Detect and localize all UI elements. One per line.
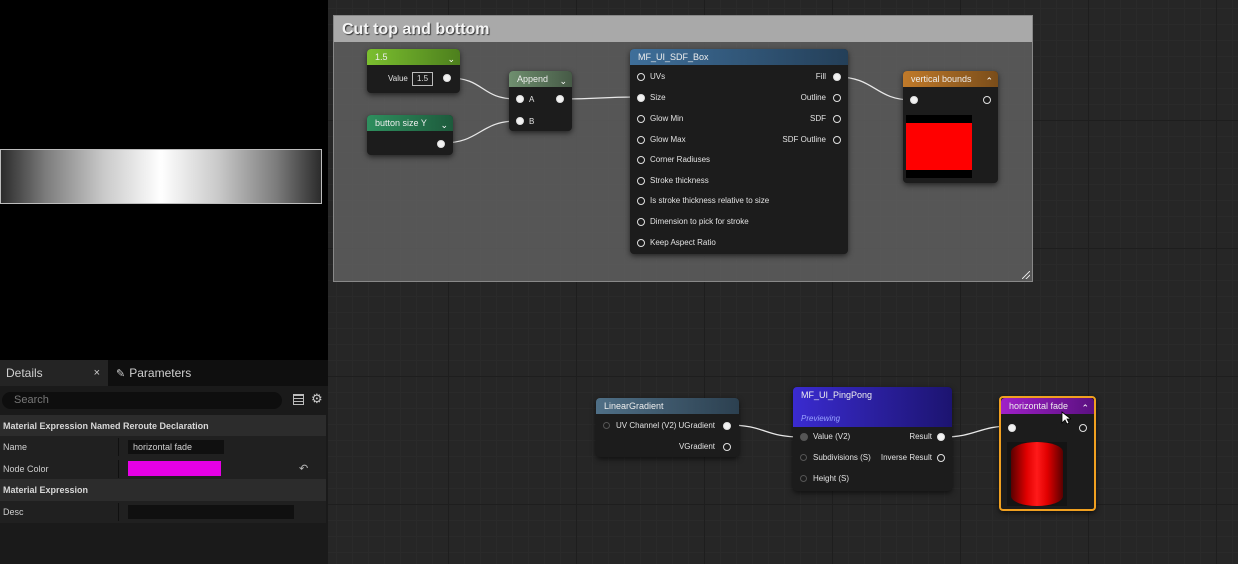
node-button-size-title: button size Y [375,118,427,128]
node-linear-gradient-title: LinearGradient [604,401,664,411]
input-label-stroke-thickness: Stroke thickness [650,176,709,185]
node-pingpong[interactable]: MF_UI_PingPong Previewing Value (V2) Sub… [793,387,952,491]
node-horizontal-fade-title: horizontal fade [1009,401,1069,411]
mouse-cursor-icon [1061,411,1071,425]
output-pin-vgradient[interactable] [723,443,731,451]
input-pin-size[interactable] [637,94,645,102]
chevron-up-icon[interactable]: ⌃ [1081,400,1089,416]
node-vertical-bounds[interactable]: vertical bounds ⌃ [903,71,998,183]
output-label-vgradient: VGradient [678,442,715,451]
node-sdf-box-header: MF_UI_SDF_Box [630,49,848,65]
input-pin-uvs[interactable] [637,73,645,81]
output-pin[interactable] [983,96,991,104]
output-pin-outline[interactable] [833,94,841,102]
output-pin-sdf[interactable] [833,115,841,123]
input-pin-glow-max[interactable] [637,136,645,144]
output-pin-fill[interactable] [833,73,841,81]
input-label-subdivisions: Subdivisions (S) [813,453,871,462]
node-vertical-bounds-header: vertical bounds ⌃ [903,71,998,87]
preview-red-cylinder [1011,442,1063,506]
input-label-glow-min: Glow Min [650,114,684,123]
input-pin-value[interactable] [800,433,808,441]
input-pin-glow-min[interactable] [637,115,645,123]
output-label-sdf-outline: SDF Outline [782,135,826,144]
output-pin-inverse-result[interactable] [937,454,945,462]
input-pin-height[interactable] [800,475,807,482]
input-label-uv-channel: UV Channel (V2) [616,421,677,430]
input-label-uvs: UVs [650,72,666,81]
output-pin[interactable] [1079,424,1087,432]
node-sdf-box[interactable]: MF_UI_SDF_Box UVs Size Glow Min Glow Max… [630,49,848,254]
output-label-sdf: SDF [810,114,826,123]
node-horizontal-fade[interactable]: horizontal fade ⌃ [999,396,1096,511]
input-label-keep-aspect: Keep Aspect Ratio [650,238,716,247]
node-linear-gradient[interactable]: LinearGradient UV Channel (V2) UGradient… [596,398,739,457]
node-constant-title: 1.5 [375,52,388,62]
input-label-corner-radiuses: Corner Radiuses [650,155,711,164]
input-pin-uv-channel[interactable] [603,422,610,429]
output-pin[interactable] [437,140,445,148]
node-preview-thumbnail [906,115,972,178]
output-label-fill: Fill [815,72,826,81]
node-button-size-y[interactable]: button size Y ⌄ [367,115,453,155]
value-label: Value [388,74,408,83]
node-horizontal-fade-header: horizontal fade ⌃ [1001,398,1094,414]
preview-red-fill [906,123,972,170]
input-label-stroke-relative: Is stroke thickness relative to size [650,196,770,205]
output-pin-sdf-outline[interactable] [833,136,841,144]
node-button-size-header: button size Y ⌄ [367,115,453,131]
input-b-label: B [529,117,535,126]
output-label-result: Result [909,432,932,441]
output-label-ugradient: UGradient [678,421,715,430]
node-pingpong-subtitle: Previewing [801,414,841,423]
input-label-size: Size [650,93,666,102]
output-pin[interactable] [443,74,451,82]
output-pin-result[interactable] [937,433,945,441]
input-pin-b[interactable] [516,117,524,125]
chevron-down-icon[interactable]: ⌄ [447,51,455,67]
node-preview-thumbnail [1007,442,1067,506]
node-append-header: Append ⌄ [509,71,572,87]
input-pin-subdivisions[interactable] [800,454,807,461]
input-pin[interactable] [1008,424,1016,432]
value-field[interactable]: 1.5 [412,72,433,86]
node-constant-header: 1.5 ⌄ [367,49,460,65]
node-pingpong-header: MF_UI_PingPong Previewing [793,387,952,427]
input-a-label: A [529,95,535,104]
input-label-height: Height (S) [813,474,850,483]
node-pingpong-title: MF_UI_PingPong [801,390,873,400]
input-pin[interactable] [910,96,918,104]
input-pin-dimension-stroke[interactable] [637,218,645,226]
input-pin-keep-aspect[interactable] [637,239,645,247]
node-append[interactable]: Append ⌄ A B [509,71,572,131]
chevron-down-icon[interactable]: ⌄ [559,73,567,89]
node-constant[interactable]: 1.5 ⌄ Value 1.5 [367,49,460,93]
node-sdf-box-title: MF_UI_SDF_Box [638,52,709,62]
input-pin-corner-radiuses[interactable] [637,156,645,164]
output-pin[interactable] [556,95,564,103]
input-label-dimension-stroke: Dimension to pick for stroke [650,217,749,226]
chevron-up-icon[interactable]: ⌃ [985,73,993,89]
node-vertical-bounds-title: vertical bounds [911,74,972,84]
output-label-inverse-result: Inverse Result [880,453,932,462]
node-linear-gradient-header: LinearGradient [596,398,739,414]
input-pin-a[interactable] [516,95,524,103]
output-pin-ugradient[interactable] [723,422,731,430]
input-label-value: Value (V2) [813,432,851,441]
input-pin-stroke-relative[interactable] [637,197,645,205]
chevron-down-icon[interactable]: ⌄ [440,117,448,133]
input-label-glow-max: Glow Max [650,135,686,144]
input-pin-stroke-thickness[interactable] [637,177,645,185]
node-append-title: Append [517,74,549,84]
output-label-outline: Outline [800,93,826,102]
